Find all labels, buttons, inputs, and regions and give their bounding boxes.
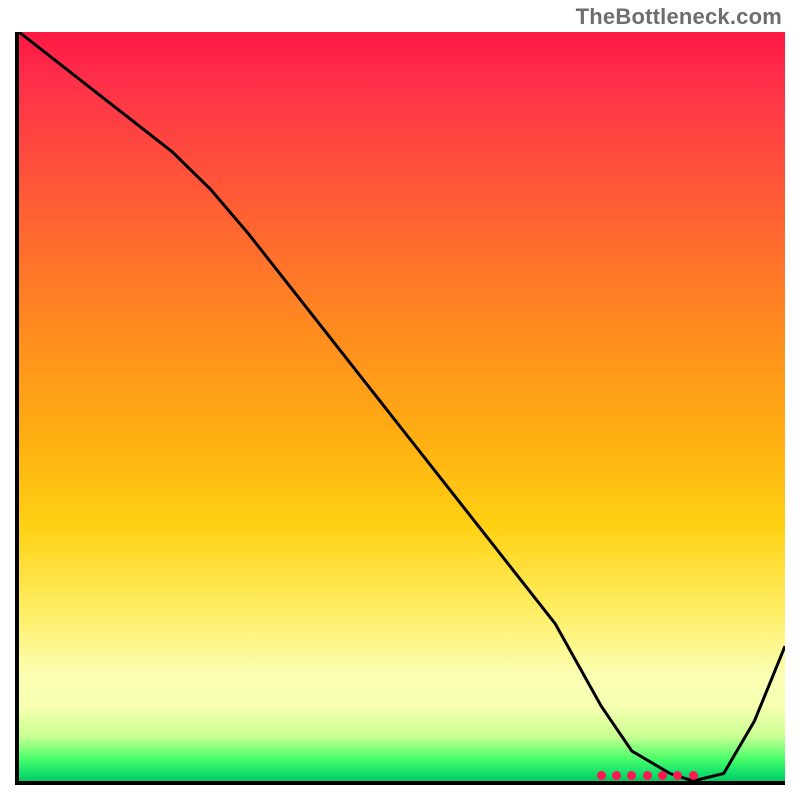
highlight-dot [597, 771, 606, 780]
bottleneck-curve [19, 32, 785, 781]
highlight-dot [658, 771, 667, 780]
highlight-dot [643, 771, 652, 780]
watermark-text: TheBottleneck.com [576, 4, 782, 30]
highlight-dot [627, 771, 636, 780]
highlight-dot [689, 771, 698, 780]
highlight-dot [673, 771, 682, 780]
curve-line [19, 32, 785, 781]
plot-area [15, 32, 785, 785]
highlight-dot [612, 771, 621, 780]
chart-container: TheBottleneck.com [0, 0, 800, 800]
